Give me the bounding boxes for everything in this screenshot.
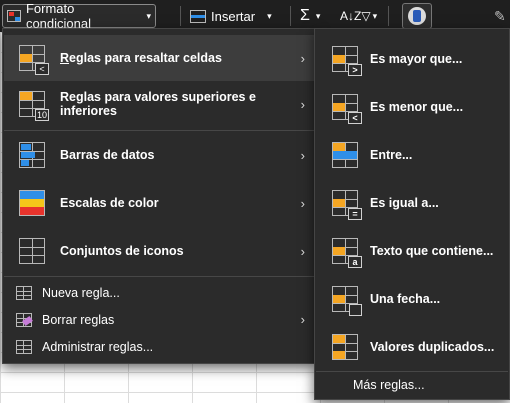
conditional-format-icon: [7, 10, 21, 22]
menu-item-highlight-rules[interactable]: < Reglas para resaltar celdas ›: [4, 35, 315, 81]
chevron-down-icon: ▾: [315, 10, 321, 21]
new-rule-icon: [16, 285, 32, 300]
submenu-item-date[interactable]: Una fecha...: [316, 275, 508, 322]
menu-divider: [4, 130, 315, 131]
pen-icon[interactable]: ✎: [494, 4, 506, 28]
ribbon-divider: [388, 6, 389, 26]
submenu-item-equal-to[interactable]: = Es igual a...: [316, 179, 508, 226]
menu-item-new-rule[interactable]: Nueva regla...: [4, 279, 315, 306]
menu-item-label: Nueva regla...: [42, 285, 120, 300]
more-rules-link[interactable]: Más reglas...: [353, 378, 425, 392]
ribbon-divider: [180, 6, 181, 26]
autosum-button[interactable]: Σ ▾: [300, 4, 320, 28]
manage-rules-icon: [16, 339, 32, 354]
submenu-item-label: Texto que contiene...: [370, 243, 494, 258]
color-scales-icon: [19, 190, 45, 216]
chevron-down-icon: ▾: [146, 10, 151, 21]
insert-icon: [190, 9, 206, 23]
submenu-item-label: Es igual a...: [370, 195, 439, 210]
date-occurring-icon: [332, 285, 362, 316]
submenu-item-less-than[interactable]: < Es menor que...: [316, 83, 508, 130]
menu-item-manage-rules[interactable]: Administrar reglas...: [4, 333, 315, 360]
submenu-item-label: Valores duplicados...: [370, 339, 495, 354]
equal-to-icon: =: [332, 189, 362, 220]
submenu-item-label: Es mayor que...: [370, 51, 463, 66]
highlight-rules-submenu: > Es mayor que... < Es menor que... Entr…: [314, 28, 510, 400]
menu-item-icon-sets[interactable]: Conjuntos de iconos ›: [4, 228, 315, 274]
data-bars-icon: [19, 142, 45, 168]
chevron-right-icon: ›: [300, 96, 305, 112]
menu-item-label: Administrar reglas...: [42, 339, 154, 354]
highlight-rules-icon: <: [19, 45, 49, 75]
insert-button[interactable]: Insertar ▾: [190, 4, 272, 28]
menu-item-label: Barras de datos: [60, 148, 155, 162]
submenu-item-text-contains[interactable]: a Texto que contiene...: [316, 227, 508, 274]
ribbon-divider: [290, 6, 291, 26]
chevron-right-icon: ›: [300, 195, 305, 211]
conditional-format-label: Formato condicional: [25, 1, 91, 31]
conditional-format-menu: < Reglas para resaltar celdas › 10 Regla…: [2, 28, 317, 364]
text-contains-icon: a: [332, 237, 362, 268]
chevron-right-icon: ›: [300, 50, 305, 66]
conditional-format-button[interactable]: Formato condicional ▾: [2, 1, 156, 31]
analyze-data-button[interactable]: [402, 3, 432, 29]
insert-label: Insertar: [211, 8, 256, 24]
submenu-divider: [316, 371, 508, 372]
menu-item-label: Escalas de color: [60, 196, 159, 210]
submenu-item-greater-than[interactable]: > Es mayor que...: [316, 35, 508, 82]
submenu-item-duplicate-values[interactable]: Valores duplicados...: [316, 323, 508, 370]
sort-filter-button[interactable]: A↓Z▽ ▾: [340, 4, 377, 28]
eraser-icon: [16, 312, 33, 327]
menu-divider: [4, 276, 315, 277]
menu-item-label: Reglas para resaltar celdas: [60, 51, 222, 65]
analyze-data-icon: [408, 7, 426, 25]
submenu-item-label: Una fecha...: [370, 291, 441, 306]
submenu-item-between[interactable]: Entre...: [316, 131, 508, 178]
sum-icon: Σ: [300, 7, 310, 24]
greater-than-icon: >: [332, 45, 362, 76]
chevron-down-icon: ▾: [267, 10, 272, 21]
submenu-item-label: Es menor que...: [370, 99, 464, 114]
icon-sets-icon: [19, 238, 45, 264]
chevron-down-icon: ▾: [372, 10, 378, 21]
submenu-item-label: Entre...: [370, 147, 413, 162]
menu-item-color-scales[interactable]: Escalas de color ›: [4, 180, 315, 226]
chevron-right-icon: ›: [300, 243, 305, 259]
between-icon: [332, 141, 358, 168]
menu-item-label: Conjuntos de iconos: [60, 244, 184, 258]
menu-item-label: Borrar reglas: [42, 312, 115, 327]
less-than-icon: <: [332, 93, 362, 124]
sort-filter-icon: A↓Z▽: [340, 9, 371, 23]
chevron-right-icon: ›: [300, 147, 305, 163]
chevron-right-icon: ›: [300, 312, 305, 327]
menu-item-data-bars[interactable]: Barras de datos ›: [4, 132, 315, 178]
top-bottom-rules-icon: 10: [19, 91, 49, 121]
menu-item-label: Reglas para valores superiores e inferio…: [60, 90, 256, 118]
duplicate-values-icon: [332, 333, 358, 360]
menu-item-top-bottom-rules[interactable]: 10 Reglas para valores superiores e infe…: [4, 81, 315, 127]
menu-item-clear-rules[interactable]: Borrar reglas ›: [4, 306, 315, 333]
